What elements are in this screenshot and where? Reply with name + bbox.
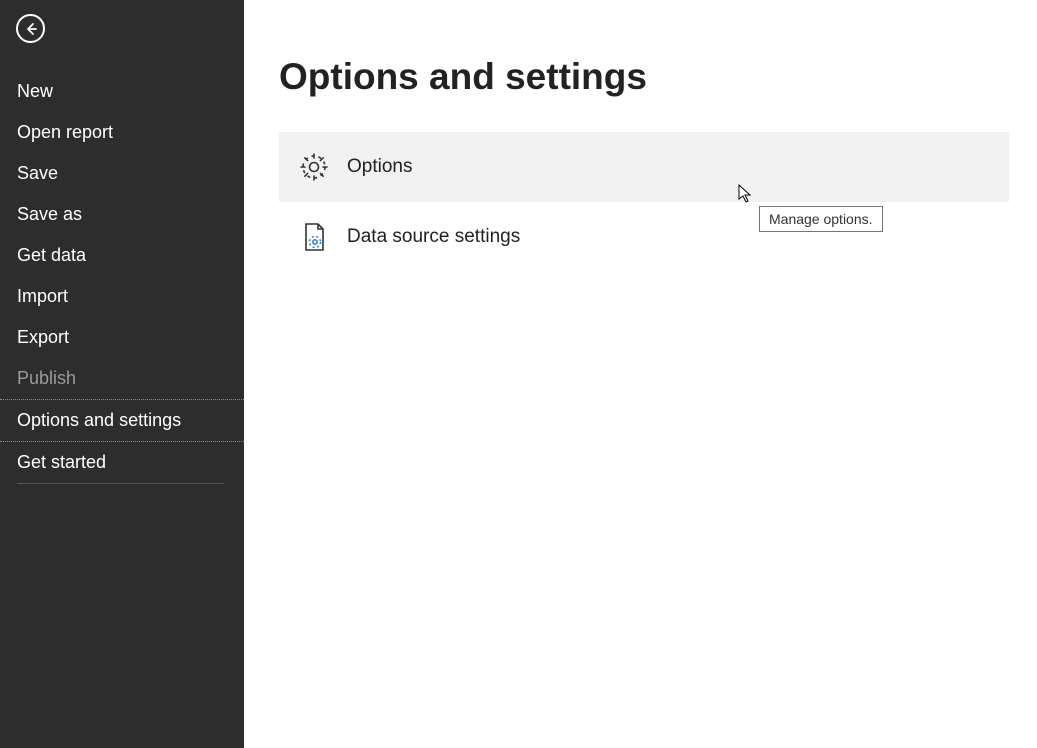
sidebar-item-label: Export (17, 327, 69, 347)
sidebar-item-label: Get data (17, 245, 86, 265)
tooltip-text: Manage options. (769, 211, 873, 227)
sidebar-item-label: Options and settings (17, 410, 181, 430)
page-title: Options and settings (279, 56, 1009, 98)
option-item-data-source-settings[interactable]: Data source settings (279, 202, 1009, 272)
sidebar-item-label: Publish (17, 368, 76, 388)
main-content: Options and settings Options (244, 0, 1037, 748)
sidebar-item-export[interactable]: Export (0, 317, 244, 358)
sidebar-item-label: New (17, 81, 53, 101)
sidebar-item-label: Open report (17, 122, 113, 142)
sidebar-item-label: Save (17, 163, 58, 183)
sidebar-item-label: Save as (17, 204, 82, 224)
sidebar-item-options-and-settings[interactable]: Options and settings (0, 399, 244, 442)
sidebar-items: New Open report Save Save as Get data Im… (0, 71, 244, 483)
sidebar-item-publish: Publish (0, 358, 244, 399)
back-button[interactable] (16, 14, 45, 43)
sidebar: New Open report Save Save as Get data Im… (0, 0, 244, 748)
sidebar-item-get-data[interactable]: Get data (0, 235, 244, 276)
sidebar-item-label: Import (17, 286, 68, 306)
sidebar-item-get-started[interactable]: Get started (0, 442, 244, 483)
sidebar-item-open-report[interactable]: Open report (0, 112, 244, 153)
tooltip: Manage options. (759, 206, 883, 232)
sidebar-item-import[interactable]: Import (0, 276, 244, 317)
option-item-options[interactable]: Options (279, 132, 1009, 202)
sidebar-item-save-as[interactable]: Save as (0, 194, 244, 235)
document-gear-icon (297, 220, 331, 254)
arrow-left-icon (23, 21, 39, 37)
option-label: Options (347, 156, 412, 178)
sidebar-item-save[interactable]: Save (0, 153, 244, 194)
sidebar-item-new[interactable]: New (0, 71, 244, 112)
option-label: Data source settings (347, 226, 520, 248)
gear-icon (297, 150, 331, 184)
sidebar-item-label: Get started (17, 452, 106, 472)
options-list: Options Data source settings (279, 132, 1009, 272)
